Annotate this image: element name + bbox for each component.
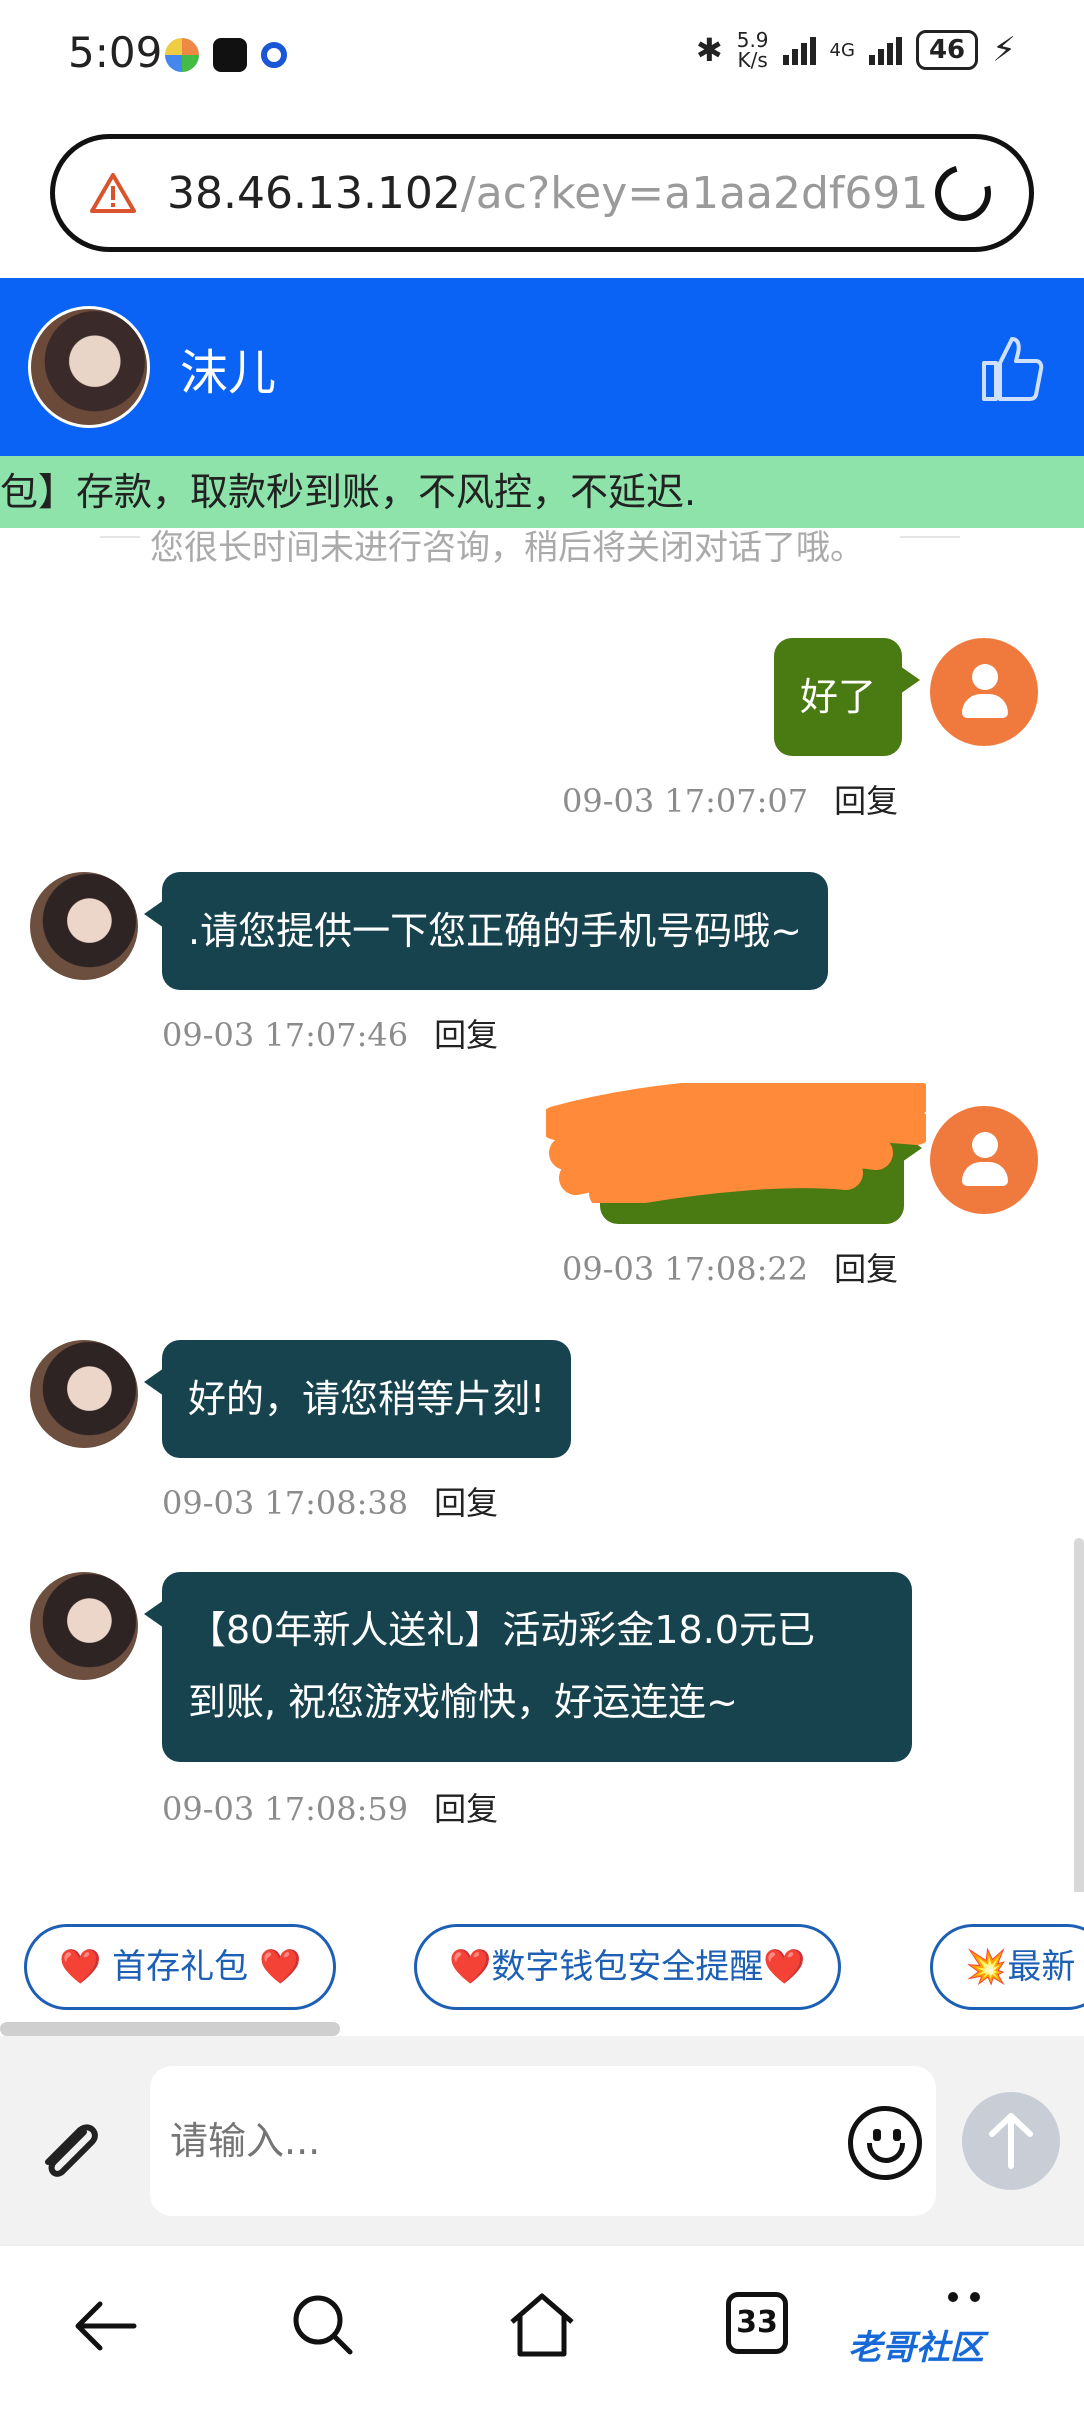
- arrow-up-icon: [989, 2113, 1033, 2169]
- bluetooth-icon: ✱: [695, 31, 723, 69]
- message-meta: 09-03 17:08:59 回复: [162, 1790, 499, 1828]
- more-icon[interactable]: [944, 2292, 984, 2304]
- tag-first-deposit[interactable]: ❤️ 首存礼包 ❤️: [24, 1924, 337, 2010]
- status-bar: 5:09 ✱ 5.9 K/s 4G 46 ⚡: [0, 0, 1084, 112]
- outgoing-message[interactable]: 好了: [774, 638, 921, 756]
- reply-link[interactable]: 回复: [434, 1790, 498, 1828]
- agent-name: 沫儿: [180, 345, 277, 401]
- battery-indicator: 46: [915, 30, 979, 70]
- chat-scrollbar[interactable]: [1074, 1538, 1084, 1892]
- message-input[interactable]: [150, 2066, 936, 2216]
- incoming-message[interactable]: .请您提供一下您正确的手机号码哦~: [144, 872, 828, 990]
- reply-link[interactable]: 回复: [834, 782, 898, 820]
- browser-notification-icon: [261, 42, 287, 68]
- quick-tags: ❤️ 首存礼包 ❤️ ❤️数字钱包安全提醒❤️ 💥最新: [0, 1892, 1084, 2028]
- charging-icon: ⚡: [992, 30, 1016, 70]
- incoming-message[interactable]: 【80年新人送礼】活动彩金18.0元已 到账, 祝您游戏愉快，好运连连~: [144, 1572, 912, 1762]
- divider-right: [900, 536, 960, 538]
- divider-left: [100, 536, 140, 538]
- system-notice: 您很长时间未进行咨询，稍后将关闭对话了哦。: [150, 528, 864, 568]
- emoji-icon[interactable]: [848, 2106, 922, 2180]
- warning-icon[interactable]: [89, 172, 137, 214]
- search-icon[interactable]: [284, 2286, 364, 2366]
- browser-nav-bar: 33 老哥社区: [0, 2244, 1084, 2412]
- agent-avatar: [30, 1572, 138, 1680]
- agent-avatar: [28, 306, 150, 428]
- paperclip-icon[interactable]: [32, 2114, 112, 2194]
- incoming-message[interactable]: 好的，请您稍等片刻!: [143, 1340, 572, 1458]
- network-speed: 5.9 K/s: [736, 28, 769, 72]
- back-arrow-icon[interactable]: [68, 2286, 148, 2366]
- user-avatar: [930, 638, 1038, 746]
- status-time: 5:09: [68, 28, 163, 77]
- tag-wallet-safety[interactable]: ❤️数字钱包安全提醒❤️: [414, 1924, 841, 2010]
- message-meta: 09-03 17:08:38 回复: [162, 1484, 499, 1522]
- send-button[interactable]: [962, 2092, 1060, 2190]
- tags-scrollbar[interactable]: [0, 2022, 340, 2036]
- reply-link[interactable]: 回复: [834, 1250, 898, 1288]
- message-meta: 09-03 17:08:22 回复: [562, 1250, 899, 1288]
- reload-icon[interactable]: [924, 154, 1002, 232]
- agent-avatar: [30, 1340, 138, 1448]
- home-icon[interactable]: [502, 2286, 582, 2366]
- address-bar[interactable]: 38.46.13.102/ac?key=a1aa2df6917: [50, 134, 1034, 252]
- message-meta: 09-03 17:07:46 回复: [162, 1016, 499, 1054]
- chat-header: 沫儿: [0, 278, 1084, 456]
- network-type: 4G: [829, 39, 855, 61]
- signal-icon: [782, 35, 816, 65]
- reply-link[interactable]: 回复: [434, 1016, 498, 1054]
- status-right: ✱ 5.9 K/s 4G 46 ⚡: [696, 30, 1016, 70]
- watermark-logo: 老哥社区: [848, 2328, 984, 2368]
- message-meta: 09-03 17:07:07 回复: [562, 782, 899, 820]
- chat-messages[interactable]: 您很长时间未进行咨询，稍后将关闭对话了哦。 好了 09-03 17:07:07 回…: [0, 528, 1084, 1892]
- agent-avatar: [30, 872, 138, 980]
- signal-icon-2: [868, 35, 902, 65]
- user-avatar: [930, 1106, 1038, 1214]
- composer: [0, 2036, 1084, 2244]
- announcement-marquee: 包】存款，取款秒到账，不风控，不延迟.: [0, 456, 1084, 528]
- redaction-scribble: [546, 1083, 926, 1203]
- url-text[interactable]: 38.46.13.102/ac?key=a1aa2df6917: [167, 168, 927, 219]
- app-notification-icon: [165, 38, 199, 72]
- thumbs-up-icon[interactable]: [980, 333, 1044, 403]
- status-app-icons: [165, 38, 287, 72]
- tabs-button[interactable]: 33: [726, 2292, 788, 2354]
- tiktok-icon: [213, 38, 247, 72]
- tag-latest[interactable]: 💥最新: [930, 1924, 1084, 2010]
- reply-link[interactable]: 回复: [434, 1484, 498, 1522]
